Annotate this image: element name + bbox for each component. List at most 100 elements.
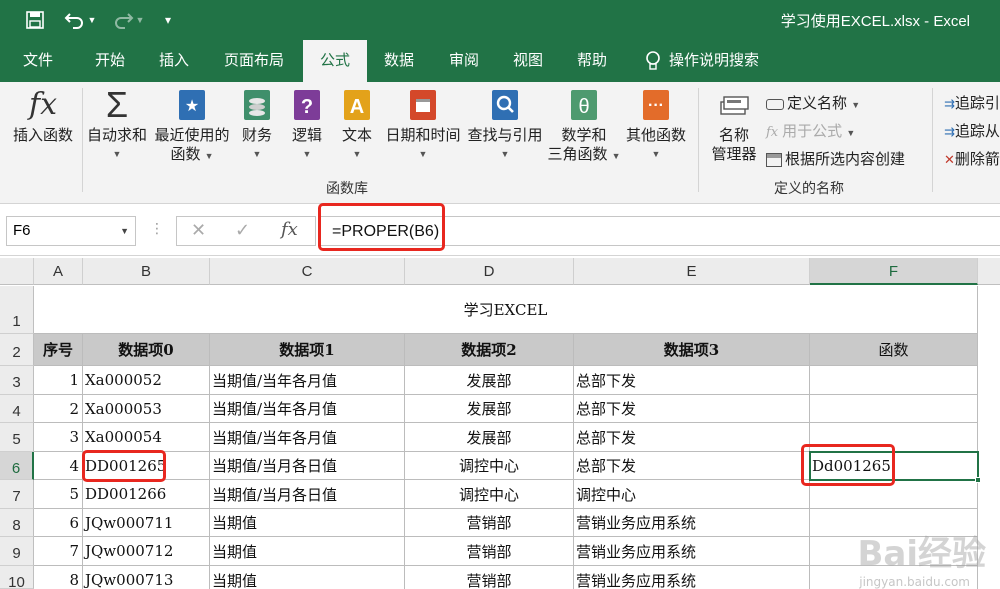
name-box[interactable]: F6 ▼	[6, 216, 136, 246]
row-header-1[interactable]: 1	[0, 286, 34, 334]
table-cell[interactable]: 营销业务应用系统	[574, 566, 810, 589]
table-cell[interactable]: 4	[34, 452, 83, 480]
column-header-e[interactable]: E	[574, 258, 810, 285]
table-cell[interactable]: 营销部	[405, 509, 574, 537]
logical-button[interactable]: ? 逻辑 ▼	[284, 88, 330, 164]
table-cell[interactable]: 当期值	[210, 537, 405, 566]
table-cell[interactable]: 营销部	[405, 537, 574, 566]
trace-dependents-button[interactable]: ⇉追踪从	[944, 120, 1000, 141]
tab-view[interactable]: 视图	[500, 40, 556, 82]
row-header-5[interactable]: 5	[0, 423, 34, 452]
tab-review[interactable]: 审阅	[436, 40, 492, 82]
tab-home[interactable]: 开始	[80, 40, 140, 82]
tell-me-search[interactable]: 操作说明搜索	[632, 40, 772, 82]
header-cell[interactable]: 数据项2	[405, 334, 574, 366]
enter-check-icon[interactable]: ✓	[235, 220, 250, 241]
table-cell[interactable]: 总部下发	[574, 423, 810, 452]
table-cell[interactable]: 调控中心	[405, 480, 574, 509]
table-cell[interactable]: 发展部	[405, 395, 574, 423]
sheet-title-cell[interactable]: 学习EXCEL	[34, 286, 978, 334]
table-cell[interactable]: 当期值	[210, 509, 405, 537]
financial-button[interactable]: 财务 ▼	[234, 88, 280, 164]
table-cell[interactable]: JQw000712	[83, 537, 210, 566]
table-cell[interactable]: Xa000052	[83, 366, 210, 395]
table-cell[interactable]	[810, 395, 978, 423]
tab-insert[interactable]: 插入	[145, 40, 203, 82]
column-header-c[interactable]: C	[210, 258, 405, 285]
table-cell[interactable]: 当期值/当月各日值	[210, 452, 405, 480]
table-cell[interactable]: JQw000711	[83, 509, 210, 537]
table-cell[interactable]: 2	[34, 395, 83, 423]
select-all-corner[interactable]	[0, 258, 34, 285]
table-cell[interactable]: 当期值	[210, 566, 405, 589]
more-functions-button[interactable]: ··· 其他函数 ▼	[622, 88, 690, 164]
table-cell[interactable]: 6	[34, 509, 83, 537]
table-cell[interactable]: 7	[34, 537, 83, 566]
column-header-g[interactable]	[978, 258, 1000, 285]
table-cell[interactable]: 当期值/当年各月值	[210, 366, 405, 395]
column-header-b[interactable]: B	[83, 258, 210, 285]
tab-help[interactable]: 帮助	[564, 40, 620, 82]
header-cell[interactable]: 序号	[34, 334, 83, 366]
table-cell[interactable]: 总部下发	[574, 395, 810, 423]
fill-handle[interactable]	[975, 477, 981, 483]
redo-icon[interactable]: ▼	[108, 8, 148, 32]
table-cell[interactable]	[810, 366, 978, 395]
lookup-button[interactable]: 查找与引用 ▼	[464, 88, 546, 164]
row-header-8[interactable]: 8	[0, 509, 34, 537]
column-header-f[interactable]: F	[810, 258, 978, 285]
header-cell[interactable]: 数据项3	[574, 334, 810, 366]
table-cell[interactable]: 总部下发	[574, 452, 810, 480]
table-cell[interactable]: 营销部	[405, 566, 574, 589]
table-cell[interactable]: 调控中心	[405, 452, 574, 480]
save-icon[interactable]	[22, 8, 48, 32]
splitter-dots-icon[interactable]: ⋮	[150, 220, 164, 237]
table-cell[interactable]: 营销业务应用系统	[574, 537, 810, 566]
customize-qat-icon[interactable]: ▾	[158, 8, 178, 32]
row-header-7[interactable]: 7	[0, 480, 34, 509]
tab-page-layout[interactable]: 页面布局	[212, 40, 296, 82]
row-header-9[interactable]: 9	[0, 537, 34, 566]
create-from-selection-button[interactable]: 根据所选内容创建	[766, 148, 905, 169]
define-name-button[interactable]: 定义名称 ▼	[766, 92, 860, 113]
use-in-formula-button[interactable]: fx 用于公式 ▼	[766, 120, 855, 141]
cancel-icon[interactable]: ✕	[191, 220, 206, 241]
tab-file[interactable]: 文件	[10, 40, 66, 82]
table-cell[interactable]: 3	[34, 423, 83, 452]
header-cell[interactable]: 数据项1	[210, 334, 405, 366]
table-cell[interactable]: 当期值/当月各日值	[210, 480, 405, 509]
tab-formulas[interactable]: 公式	[303, 40, 367, 82]
row-header-4[interactable]: 4	[0, 395, 34, 423]
insert-function-fx-icon[interactable]: fx	[281, 219, 298, 240]
trace-precedents-button[interactable]: ⇉追踪引	[944, 92, 1000, 113]
name-manager-button[interactable]: 名称 管理器	[704, 88, 764, 164]
tab-data[interactable]: 数据	[370, 40, 428, 82]
table-cell[interactable]: 8	[34, 566, 83, 589]
table-cell[interactable]: 发展部	[405, 423, 574, 452]
datetime-button[interactable]: 日期和时间 ▼	[382, 88, 464, 164]
text-functions-button[interactable]: A 文本 ▼	[334, 88, 380, 164]
table-cell[interactable]: 总部下发	[574, 366, 810, 395]
table-cell[interactable]: 1	[34, 366, 83, 395]
table-cell[interactable]: 发展部	[405, 366, 574, 395]
insert-function-button[interactable]: fx 插入函数	[8, 88, 78, 145]
autosum-button[interactable]: Σ 自动求和 ▼	[84, 87, 150, 164]
table-cell[interactable]: 5	[34, 480, 83, 509]
column-header-d[interactable]: D	[405, 258, 574, 285]
header-cell[interactable]: 函数	[810, 334, 978, 366]
row-header-3[interactable]: 3	[0, 366, 34, 395]
row-header-2[interactable]: 2	[0, 334, 34, 366]
row-header-10[interactable]: 10	[0, 566, 34, 589]
table-cell[interactable]: JQw000713	[83, 566, 210, 589]
table-cell[interactable]: DD001266	[83, 480, 210, 509]
table-cell[interactable]: Xa000054	[83, 423, 210, 452]
table-cell[interactable]: 调控中心	[574, 480, 810, 509]
row-header-6[interactable]: 6	[0, 452, 34, 480]
table-cell[interactable]: 当期值/当年各月值	[210, 395, 405, 423]
column-header-a[interactable]: A	[34, 258, 83, 285]
table-cell[interactable]: Xa000053	[83, 395, 210, 423]
table-cell[interactable]: 当期值/当年各月值	[210, 423, 405, 452]
table-cell[interactable]: 营销业务应用系统	[574, 509, 810, 537]
undo-icon[interactable]: ▼	[60, 8, 100, 32]
math-trig-button[interactable]: θ 数学和 三角函数 ▼	[546, 88, 622, 166]
